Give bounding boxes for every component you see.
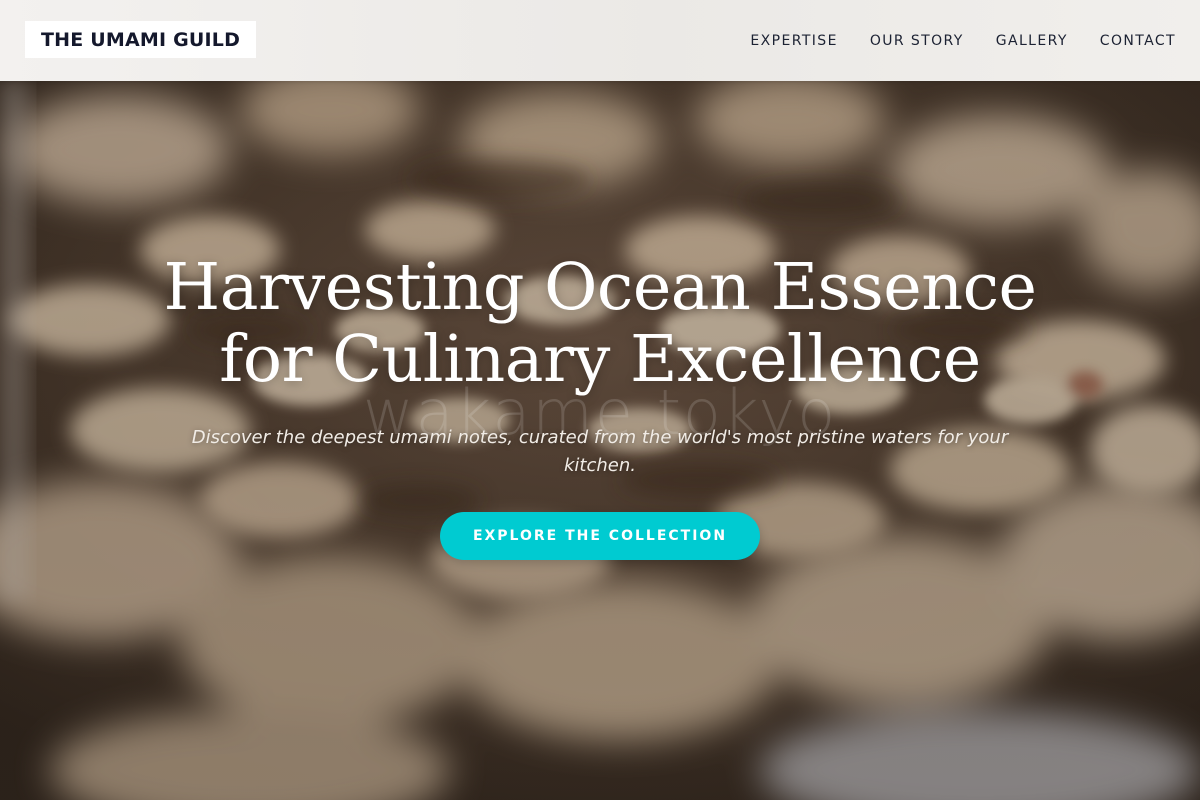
hero-title-line-1: Harvesting Ocean Essence (163, 250, 1037, 325)
main-nav: EXPERTISE OUR STORY GALLERY CONTACT (718, 33, 1176, 49)
hero-subtitle: Discover the deepest umami notes, curate… (191, 427, 1009, 476)
hero-section: Harvesting Ocean Essence for Culinary Ex… (0, 252, 1200, 560)
hero-title: Harvesting Ocean Essence for Culinary Ex… (150, 252, 1050, 396)
nav-link-contact[interactable]: CONTACT (1100, 33, 1176, 49)
hero-title-line-2: for Culinary Excellence (219, 322, 981, 397)
nav-link-our-story[interactable]: OUR STORY (870, 33, 964, 49)
explore-collection-button[interactable]: EXPLORE THE COLLECTION (440, 512, 760, 560)
nav-link-expertise[interactable]: EXPERTISE (750, 33, 837, 49)
site-logo[interactable]: THE UMAMI GUILD (25, 21, 257, 58)
nav-link-gallery[interactable]: GALLERY (996, 33, 1068, 49)
site-header: THE UMAMI GUILD EXPERTISE OUR STORY GALL… (0, 0, 1200, 81)
landing-page: wakame tokyo THE UMAMI GUILD EXPERTISE O… (0, 0, 1200, 800)
